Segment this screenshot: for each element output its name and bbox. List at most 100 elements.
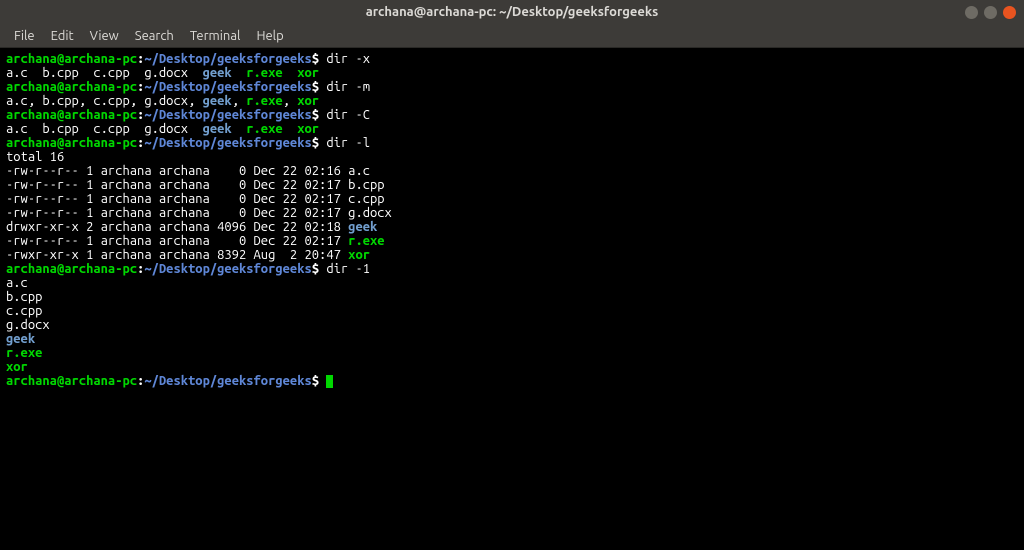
terminal-text: geek bbox=[203, 94, 232, 108]
menu-search[interactable]: Search bbox=[129, 27, 180, 45]
prompt-path: ~/Desktop/geeksforgeeks bbox=[144, 108, 311, 122]
terminal-text: geek bbox=[203, 66, 232, 80]
titlebar: archana@archana-pc: ~/Desktop/geeksforge… bbox=[0, 0, 1024, 24]
terminal-text: xor bbox=[297, 122, 319, 136]
terminal-output-line: -rw-r--r-- 1 archana archana 0 Dec 22 02… bbox=[6, 178, 1018, 192]
terminal-window: archana@archana-pc: ~/Desktop/geeksforge… bbox=[0, 0, 1024, 550]
terminal-output-line: a.c, b.cpp, c.cpp, g.docx, geek, r.exe, … bbox=[6, 94, 1018, 108]
terminal-text: c.cpp bbox=[6, 304, 42, 318]
terminal-text: a.c bbox=[6, 276, 28, 290]
terminal-command: dir -l bbox=[319, 136, 370, 150]
terminal-text bbox=[283, 66, 298, 80]
terminal-text bbox=[232, 66, 247, 80]
terminal-output-line: -rw-r--r-- 1 archana archana 0 Dec 22 02… bbox=[6, 206, 1018, 220]
terminal-text: r.exe bbox=[6, 346, 42, 360]
terminal-text: b.cpp bbox=[6, 290, 42, 304]
window-controls bbox=[965, 6, 1016, 19]
window-title: archana@archana-pc: ~/Desktop/geeksforge… bbox=[366, 5, 659, 19]
terminal-text: a.c, b.cpp, c.cpp, g.docx, bbox=[6, 94, 203, 108]
prompt-sep: $ bbox=[312, 80, 319, 94]
terminal-prompt-line: archana@archana-pc:~/Desktop/geeksforgee… bbox=[6, 136, 1018, 150]
terminal-text: r.exe bbox=[348, 234, 384, 248]
terminal-output-line: g.docx bbox=[6, 318, 1018, 332]
terminal-prompt-line: archana@archana-pc:~/Desktop/geeksforgee… bbox=[6, 262, 1018, 276]
terminal-text bbox=[283, 122, 298, 136]
terminal-output-line: r.exe bbox=[6, 346, 1018, 360]
terminal-text: -rw-r--r-- 1 archana archana 0 Dec 22 02… bbox=[6, 178, 385, 192]
terminal-text: , bbox=[283, 94, 298, 108]
prompt-path: ~/Desktop/geeksforgeeks bbox=[144, 262, 311, 276]
menu-file[interactable]: File bbox=[8, 27, 41, 45]
terminal-text: drwxr-xr-x 2 archana archana 4096 Dec 22… bbox=[6, 220, 348, 234]
prompt-user-host: archana@archana-pc bbox=[6, 80, 137, 94]
terminal-text: -rw-r--r-- 1 archana archana 0 Dec 22 02… bbox=[6, 192, 385, 206]
terminal-output[interactable]: archana@archana-pc:~/Desktop/geeksforgee… bbox=[0, 48, 1024, 550]
prompt-user-host: archana@archana-pc bbox=[6, 374, 137, 388]
prompt-user-host: archana@archana-pc bbox=[6, 262, 137, 276]
menubar: FileEditViewSearchTerminalHelp bbox=[0, 24, 1024, 48]
prompt-path: ~/Desktop/geeksforgeeks bbox=[144, 80, 311, 94]
maximize-button[interactable] bbox=[984, 6, 997, 19]
terminal-output-line: -rw-r--r-- 1 archana archana 0 Dec 22 02… bbox=[6, 192, 1018, 206]
menu-terminal[interactable]: Terminal bbox=[184, 27, 247, 45]
prompt-sep: $ bbox=[312, 136, 319, 150]
terminal-text: xor bbox=[348, 248, 370, 262]
terminal-output-line: b.cpp bbox=[6, 290, 1018, 304]
terminal-text bbox=[232, 122, 247, 136]
menu-help[interactable]: Help bbox=[250, 27, 289, 45]
terminal-output-line: -rw-r--r-- 1 archana archana 0 Dec 22 02… bbox=[6, 164, 1018, 178]
prompt-sep: $ bbox=[312, 108, 319, 122]
terminal-prompt-line: archana@archana-pc:~/Desktop/geeksforgee… bbox=[6, 108, 1018, 122]
terminal-text: geek bbox=[203, 122, 232, 136]
menu-edit[interactable]: Edit bbox=[45, 27, 80, 45]
terminal-output-line: -rwxr-xr-x 1 archana archana 8392 Aug 2 … bbox=[6, 248, 1018, 262]
terminal-text: r.exe bbox=[246, 66, 282, 80]
terminal-output-line: geek bbox=[6, 332, 1018, 346]
terminal-text: a.c b.cpp c.cpp g.docx bbox=[6, 66, 203, 80]
terminal-text: geek bbox=[348, 220, 377, 234]
prompt-sep: $ bbox=[312, 374, 319, 388]
terminal-prompt-line: archana@archana-pc:~/Desktop/geeksforgee… bbox=[6, 52, 1018, 66]
terminal-text: xor bbox=[297, 94, 319, 108]
terminal-output-line: a.c bbox=[6, 276, 1018, 290]
terminal-prompt-line: archana@archana-pc:~/Desktop/geeksforgee… bbox=[6, 80, 1018, 94]
terminal-command: dir -C bbox=[319, 108, 370, 122]
terminal-output-line: drwxr-xr-x 2 archana archana 4096 Dec 22… bbox=[6, 220, 1018, 234]
terminal-text: a.c b.cpp c.cpp g.docx bbox=[6, 122, 203, 136]
terminal-text: -rw-r--r-- 1 archana archana 0 Dec 22 02… bbox=[6, 206, 392, 220]
terminal-text: -rw-r--r-- 1 archana archana 0 Dec 22 02… bbox=[6, 164, 370, 178]
terminal-output-line: xor bbox=[6, 360, 1018, 374]
terminal-output-line: total 16 bbox=[6, 150, 1018, 164]
terminal-text: r.exe bbox=[246, 94, 282, 108]
terminal-command: dir -x bbox=[319, 52, 370, 66]
terminal-prompt-line: archana@archana-pc:~/Desktop/geeksforgee… bbox=[6, 374, 1018, 388]
terminal-text: r.exe bbox=[246, 122, 282, 136]
prompt-user-host: archana@archana-pc bbox=[6, 52, 137, 66]
terminal-command bbox=[319, 374, 326, 388]
terminal-cursor bbox=[326, 375, 333, 388]
minimize-button[interactable] bbox=[965, 6, 978, 19]
terminal-text: g.docx bbox=[6, 318, 50, 332]
prompt-sep: $ bbox=[312, 52, 319, 66]
prompt-path: ~/Desktop/geeksforgeeks bbox=[144, 52, 311, 66]
terminal-text: -rwxr-xr-x 1 archana archana 8392 Aug 2 … bbox=[6, 248, 348, 262]
terminal-text: total 16 bbox=[6, 150, 64, 164]
terminal-text: -rw-r--r-- 1 archana archana 0 Dec 22 02… bbox=[6, 234, 348, 248]
terminal-command: dir -m bbox=[319, 80, 370, 94]
prompt-sep: $ bbox=[312, 262, 319, 276]
terminal-text: xor bbox=[6, 360, 28, 374]
close-button[interactable] bbox=[1003, 6, 1016, 19]
prompt-user-host: archana@archana-pc bbox=[6, 108, 137, 122]
terminal-output-line: -rw-r--r-- 1 archana archana 0 Dec 22 02… bbox=[6, 234, 1018, 248]
menu-view[interactable]: View bbox=[84, 27, 125, 45]
terminal-command: dir -1 bbox=[319, 262, 370, 276]
terminal-text: geek bbox=[6, 332, 35, 346]
terminal-output-line: a.c b.cpp c.cpp g.docx geek r.exe xor bbox=[6, 122, 1018, 136]
terminal-output-line: a.c b.cpp c.cpp g.docx geek r.exe xor bbox=[6, 66, 1018, 80]
prompt-path: ~/Desktop/geeksforgeeks bbox=[144, 136, 311, 150]
prompt-path: ~/Desktop/geeksforgeeks bbox=[144, 374, 311, 388]
terminal-output-line: c.cpp bbox=[6, 304, 1018, 318]
terminal-text: , bbox=[232, 94, 247, 108]
prompt-user-host: archana@archana-pc bbox=[6, 136, 137, 150]
terminal-text: xor bbox=[297, 66, 319, 80]
